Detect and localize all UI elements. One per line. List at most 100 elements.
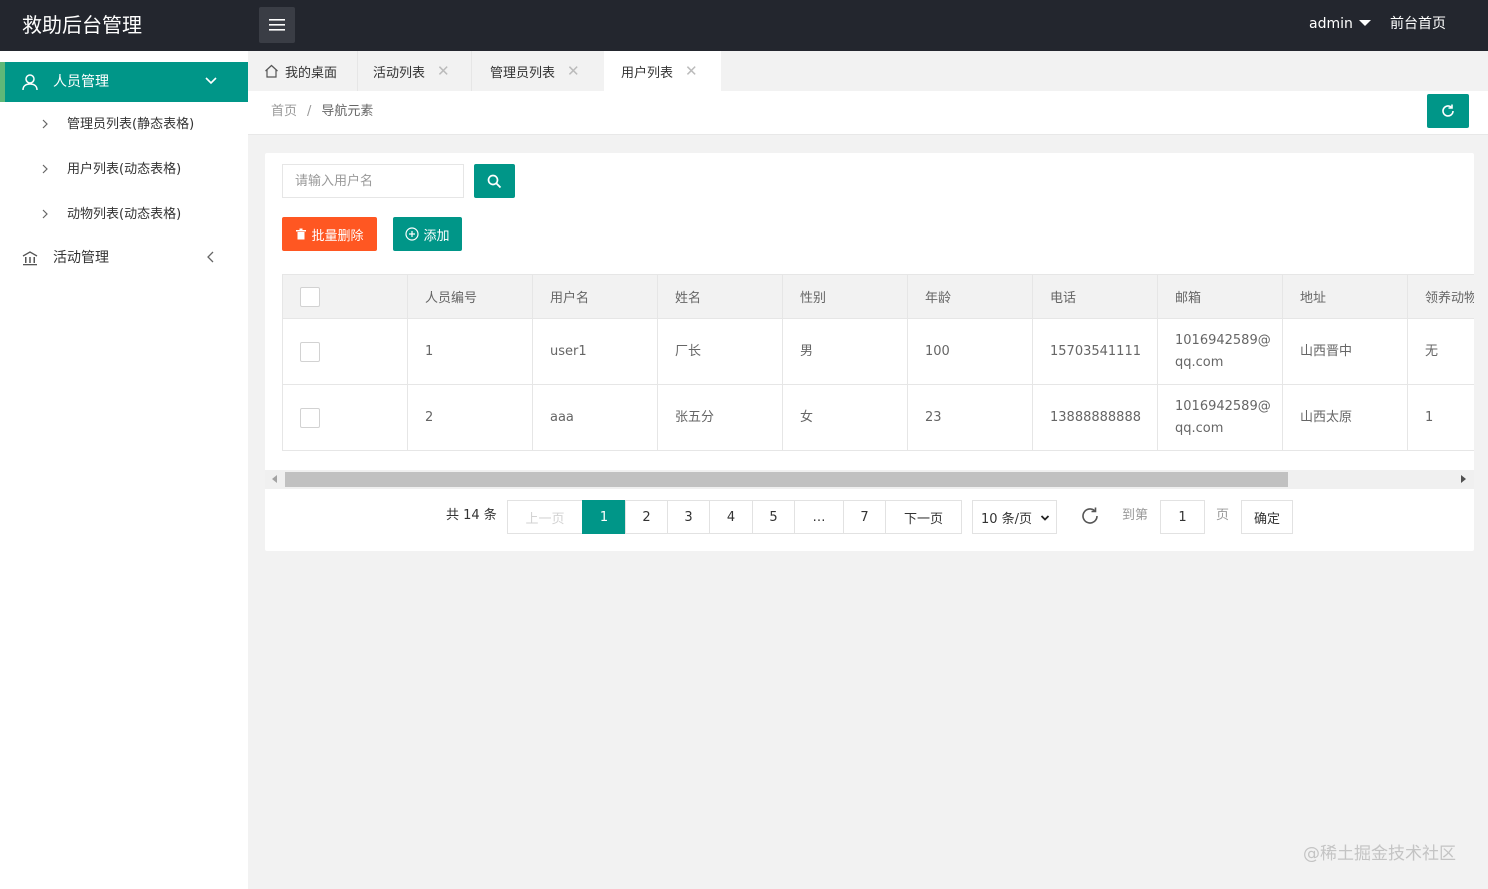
scrollbar-thumb[interactable]	[285, 472, 1288, 487]
user-icon	[22, 74, 38, 91]
page-ellipsis[interactable]: …	[794, 500, 844, 534]
page-size-value: 10 条/页	[981, 511, 1033, 527]
horizontal-scrollbar[interactable]	[265, 470, 1474, 489]
row-checkbox[interactable]	[300, 341, 320, 362]
trash-icon	[296, 228, 307, 240]
sidebar-item-label: 管理员列表(静态表格)	[67, 117, 195, 132]
tab-label: 活动列表	[373, 65, 426, 81]
add-button[interactable]: 添加	[393, 217, 462, 251]
close-icon[interactable]: ✕	[437, 62, 450, 80]
sidebar-item-label: 动物列表(动态表格)	[67, 207, 182, 222]
cell-name: 张五分	[657, 384, 783, 451]
tab-bar: 我的桌面 活动列表 ✕ 管理员列表 ✕ 用户列表 ✕	[248, 51, 1488, 91]
add-circle-icon	[405, 227, 420, 241]
cell-username: aaa	[532, 384, 658, 451]
confirm-button[interactable]: 确定	[1241, 500, 1293, 534]
tab-label: 用户列表	[621, 65, 674, 81]
breadcrumb: 首页 / 导航元素	[271, 103, 373, 121]
sidebar-item-label: 用户列表(动态表格)	[67, 162, 182, 177]
chevron-left-icon	[207, 251, 214, 263]
cell-id: 1	[407, 318, 533, 385]
table-row: 2 aaa 张五分 女 23 13888888888 1016942589@qq…	[282, 384, 1474, 451]
table-row: 1 user1 厂长 男 100 15703541111 1016942589@…	[282, 318, 1474, 385]
user-name: admin	[1309, 16, 1353, 32]
page-button-current[interactable]: 1	[582, 500, 626, 534]
sidebar-group-personnel[interactable]: 人员管理	[0, 62, 248, 102]
user-table: 人员编号 用户名 姓名 性别 年龄 电话 邮箱 地址 领养动物 1 user1 …	[282, 274, 1474, 451]
row-select-cell	[282, 318, 408, 385]
tab-activity-list[interactable]: 活动列表 ✕	[358, 51, 471, 91]
breadcrumb-home[interactable]: 首页	[271, 104, 297, 119]
chevron-right-icon	[42, 209, 48, 219]
cell-pets: 无	[1407, 318, 1474, 385]
bank-icon	[22, 251, 38, 266]
user-menu[interactable]: admin	[1309, 14, 1371, 34]
sidebar-group-label: 活动管理	[53, 250, 109, 266]
menu-icon	[269, 19, 285, 31]
page-button[interactable]: 3	[667, 500, 710, 534]
refresh-button[interactable]	[1427, 94, 1469, 128]
pagination: 共 14 条 上一页 1 2 3 4 5 … 7 下一页 10 条/页 到第 页…	[0, 499, 1488, 535]
page-button[interactable]: 7	[843, 500, 886, 534]
sidebar-item-admin-list[interactable]: 管理员列表(静态表格)	[0, 105, 248, 145]
user-table-wrapper: 人员编号 用户名 姓名 性别 年龄 电话 邮箱 地址 领养动物 1 user1 …	[282, 274, 1474, 451]
breadcrumb-current: 导航元素	[321, 104, 374, 119]
page-button[interactable]: 4	[709, 500, 753, 534]
sidebar: 人员管理 管理员列表(静态表格) 用户列表(动态表格) 动物列表(动态表格) 活…	[0, 51, 248, 889]
sidebar-group-activity[interactable]: 活动管理	[0, 239, 248, 279]
close-icon[interactable]: ✕	[685, 62, 698, 80]
active-indicator	[0, 62, 5, 102]
refresh-icon[interactable]	[1079, 505, 1101, 527]
page-size-select[interactable]: 10 条/页	[972, 500, 1057, 534]
close-icon[interactable]: ✕	[567, 62, 580, 80]
cell-phone: 15703541111	[1032, 318, 1158, 385]
scroll-left-arrow-icon[interactable]	[272, 475, 277, 483]
cell-name: 厂长	[657, 318, 783, 385]
column-header: 邮箱	[1157, 274, 1283, 319]
cell-phone: 13888888888	[1032, 384, 1158, 451]
next-page-button[interactable]: 下一页	[885, 500, 962, 534]
content-card: 批量删除 添加 人员编号 用户名 姓名 性别 年龄 电话 邮箱 地址	[265, 153, 1474, 551]
page-button[interactable]: 5	[752, 500, 795, 534]
total-count: 共 14 条	[446, 508, 497, 523]
column-header: 姓名	[657, 274, 783, 319]
cell-pets: 1	[1407, 384, 1474, 451]
select-all-checkbox[interactable]	[300, 286, 320, 307]
app-logo: 救助后台管理	[22, 13, 142, 37]
page-button[interactable]: 2	[625, 500, 668, 534]
tab-admin-list[interactable]: 管理员列表 ✕	[472, 51, 604, 91]
cell-age: 100	[907, 318, 1033, 385]
tab-label: 我的桌面	[285, 65, 338, 81]
row-checkbox[interactable]	[300, 407, 320, 428]
search-input[interactable]	[282, 164, 464, 198]
search-button[interactable]	[474, 164, 515, 198]
goto-label: 到第	[1122, 508, 1149, 523]
column-header: 电话	[1032, 274, 1158, 319]
cell-age: 23	[907, 384, 1033, 451]
column-header: 地址	[1282, 274, 1408, 319]
batch-delete-label: 批量删除	[311, 228, 364, 244]
scroll-right-arrow-icon[interactable]	[1461, 475, 1466, 483]
front-page-link[interactable]: 前台首页	[1390, 14, 1446, 34]
cell-gender: 男	[782, 318, 908, 385]
tab-label: 管理员列表	[490, 65, 556, 81]
breadcrumb-separator: /	[307, 104, 312, 119]
tab-user-list[interactable]: 用户列表 ✕	[604, 51, 721, 91]
add-label: 添加	[423, 228, 450, 244]
cell-address: 山西晋中	[1282, 318, 1408, 385]
column-header: 领养动物	[1407, 274, 1474, 319]
tab-desktop[interactable]: 我的桌面	[248, 51, 357, 91]
cell-id: 2	[407, 384, 533, 451]
column-header: 年龄	[907, 274, 1033, 319]
sidebar-group-label: 人员管理	[53, 74, 109, 90]
batch-delete-button[interactable]: 批量删除	[282, 217, 377, 251]
home-icon	[265, 64, 278, 78]
cell-email: 1016942589@qq.com	[1157, 318, 1283, 385]
menu-toggle-button[interactable]	[259, 7, 295, 43]
column-header: 用户名	[532, 274, 658, 319]
column-header: 性别	[782, 274, 908, 319]
sidebar-item-animal-list[interactable]: 动物列表(动态表格)	[0, 195, 248, 235]
sidebar-item-user-list[interactable]: 用户列表(动态表格)	[0, 150, 248, 190]
prev-page-button[interactable]: 上一页	[507, 500, 583, 534]
page-number-input[interactable]	[1160, 500, 1205, 534]
